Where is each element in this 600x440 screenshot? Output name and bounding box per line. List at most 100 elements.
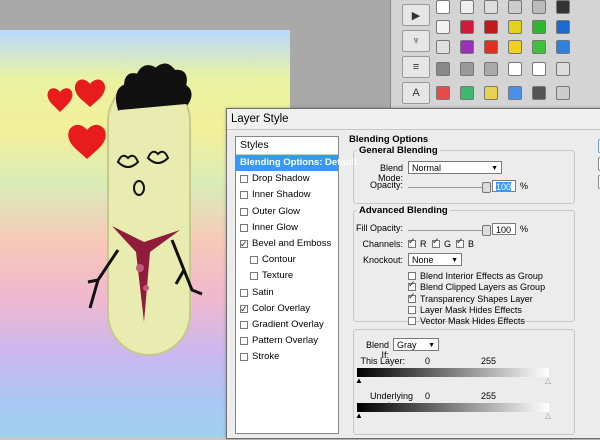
checkbox[interactable] (456, 236, 464, 248)
advanced-option-label: Blend Clipped Layers as Group (420, 282, 546, 293)
style-swatch[interactable] (508, 62, 522, 76)
style-swatch[interactable] (556, 20, 570, 34)
this-layer-white-slider[interactable]: △ (545, 376, 551, 385)
style-swatch[interactable] (532, 0, 546, 14)
style-item[interactable]: Texture (236, 268, 338, 284)
style-item[interactable]: Inner Shadow (236, 187, 338, 203)
style-swatch[interactable] (436, 86, 450, 100)
style-swatch[interactable] (508, 0, 522, 14)
style-checkbox[interactable] (240, 207, 248, 216)
style-swatch[interactable] (556, 86, 570, 100)
style-swatch[interactable] (484, 0, 498, 14)
style-swatch[interactable] (532, 62, 546, 76)
style-item[interactable]: Color Overlay (236, 301, 338, 317)
style-swatch[interactable] (556, 40, 570, 54)
style-item[interactable]: Gradient Overlay (236, 317, 338, 333)
fill-opacity-input[interactable]: 100 (492, 223, 516, 235)
underlying-black-slider[interactable]: ▲ (355, 411, 363, 420)
style-checkbox[interactable] (240, 288, 248, 297)
channel-r-checkbox[interactable]: R (408, 236, 427, 249)
channel-b-checkbox[interactable]: B (456, 236, 475, 249)
opacity-input[interactable]: 100 (492, 180, 516, 192)
style-item[interactable]: Inner Glow (236, 220, 338, 236)
style-swatch[interactable] (532, 86, 546, 100)
blending-options-panel: Blending Options General Blending Blend … (345, 131, 600, 436)
style-item-label: Satin (252, 286, 274, 298)
checkbox[interactable] (408, 305, 416, 314)
style-swatch[interactable] (460, 20, 474, 34)
text-tool-icon[interactable]: A (402, 82, 430, 104)
style-swatch[interactable] (460, 40, 474, 54)
style-item-label: Bevel and Emboss (252, 238, 332, 250)
opacity-value: 100 (496, 182, 512, 192)
style-checkbox[interactable] (240, 320, 248, 329)
play-icon[interactable]: ▶ (402, 4, 430, 26)
style-swatch[interactable] (436, 40, 450, 54)
style-swatch[interactable] (532, 40, 546, 54)
style-checkbox[interactable] (250, 256, 258, 265)
style-checkbox[interactable] (240, 223, 248, 232)
blend-if-select[interactable]: Gray ▼ (393, 338, 439, 351)
knockout-select[interactable]: None ▼ (408, 253, 462, 266)
style-swatch[interactable] (460, 62, 474, 76)
style-swatch[interactable] (436, 0, 450, 14)
checkbox[interactable] (408, 317, 416, 326)
advanced-option[interactable]: Layer Mask Hides Effects (408, 305, 522, 315)
style-item[interactable]: Bevel and Emboss (236, 236, 338, 252)
style-swatch[interactable] (532, 20, 546, 34)
style-checkbox[interactable] (240, 175, 248, 184)
channel-g-checkbox[interactable]: G (432, 236, 451, 249)
fill-opacity-slider-track[interactable] (408, 230, 488, 231)
channel-b-label: B (468, 239, 475, 249)
checkbox[interactable] (408, 236, 416, 248)
style-item-label: Color Overlay (252, 302, 311, 314)
style-swatch[interactable] (508, 20, 522, 34)
opacity-slider-thumb[interactable] (482, 182, 491, 193)
style-item[interactable]: Satin (236, 285, 338, 301)
style-swatch[interactable] (484, 40, 498, 54)
style-checkbox[interactable] (240, 337, 248, 346)
opacity-slider-track[interactable] (408, 187, 488, 188)
checkbox[interactable] (432, 236, 440, 248)
style-checkbox[interactable] (240, 353, 248, 362)
layers-stack-icon[interactable]: ≡ (402, 56, 430, 78)
style-swatch[interactable] (436, 20, 450, 34)
style-checkbox[interactable] (250, 272, 258, 281)
style-swatch[interactable] (484, 20, 498, 34)
advanced-option[interactable]: Transparency Shapes Layer (408, 291, 533, 304)
this-layer-black-slider[interactable]: ▲ (355, 376, 363, 385)
channels-label: Channels: (362, 239, 403, 249)
style-checkbox[interactable] (240, 236, 248, 252)
style-swatch[interactable] (436, 62, 450, 76)
style-item[interactable]: Blending Options: Default (236, 155, 357, 172)
style-swatch[interactable] (484, 62, 498, 76)
style-checkbox[interactable] (240, 191, 248, 200)
channel-r-label: R (420, 239, 427, 249)
style-swatch[interactable] (508, 86, 522, 100)
style-item-label: Outer Glow (252, 205, 301, 217)
underlying-white-slider[interactable]: △ (545, 411, 551, 420)
style-swatch[interactable] (556, 0, 570, 14)
checkbox[interactable] (408, 291, 416, 303)
advanced-option[interactable]: Blend Interior Effects as Group (408, 271, 543, 281)
fill-opacity-slider-thumb[interactable] (482, 225, 491, 236)
style-swatch[interactable] (508, 40, 522, 54)
style-item[interactable]: Outer Glow (236, 204, 338, 220)
style-item-label: Contour (262, 254, 296, 266)
style-item[interactable]: Stroke (236, 349, 338, 365)
fill-opacity-value: 100 (496, 225, 512, 235)
style-item[interactable]: Drop Shadow (236, 171, 338, 187)
general-blending-title: General Blending (357, 145, 440, 156)
style-swatch[interactable] (484, 86, 498, 100)
usb-icon[interactable]: ♆ (402, 30, 430, 52)
style-checkbox[interactable] (240, 301, 248, 317)
style-swatch[interactable] (556, 62, 570, 76)
style-item[interactable]: Pattern Overlay (236, 333, 338, 349)
style-swatch[interactable] (460, 86, 474, 100)
style-item[interactable]: Contour (236, 252, 338, 268)
advanced-option[interactable]: Blend Clipped Layers as Group (408, 279, 546, 293)
style-swatch[interactable] (460, 0, 474, 14)
styles-header[interactable]: Styles (236, 137, 338, 155)
advanced-option[interactable]: Vector Mask Hides Effects (408, 316, 525, 326)
blend-mode-select[interactable]: Normal ▼ (408, 161, 502, 174)
